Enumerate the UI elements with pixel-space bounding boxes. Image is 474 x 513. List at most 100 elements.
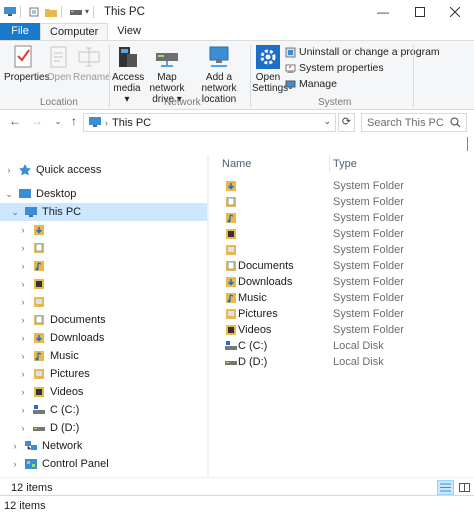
system-properties-button[interactable]: System properties	[285, 62, 384, 74]
nav-music[interactable]: › Music	[18, 347, 225, 365]
tab-computer[interactable]: Computer	[40, 23, 109, 40]
column-separator[interactable]	[329, 155, 330, 172]
tab-view[interactable]: View	[108, 23, 150, 40]
map-network-drive-button[interactable]: Map network drive ▾	[142, 44, 192, 105]
maximize-button[interactable]	[401, 0, 439, 23]
nav-documents[interactable]: › Documents	[18, 311, 225, 329]
row-name: Music	[238, 292, 267, 304]
address-row: ← → ⌄ ↑ › This PC ⌄ ⟳ Search This PC	[0, 111, 474, 151]
chevron-right-icon[interactable]: ›	[18, 423, 28, 433]
table-row[interactable]: Pictures System Folder	[212, 306, 474, 322]
chevron-right-icon[interactable]: ›	[18, 369, 28, 379]
chevron-right-icon[interactable]: ›	[18, 225, 28, 235]
column-header-type[interactable]: Type	[333, 158, 357, 170]
back-button[interactable]: ←	[7, 114, 23, 128]
breadcrumb-chevron-icon[interactable]: ›	[105, 118, 108, 128]
nav-label: Control Panel	[42, 458, 109, 470]
close-button[interactable]	[436, 0, 474, 23]
chevron-right-icon[interactable]: ›	[18, 333, 28, 343]
table-row[interactable]: Documents System Folder	[212, 258, 474, 274]
table-row[interactable]: Downloads System Folder	[212, 274, 474, 290]
open-icon	[50, 46, 67, 68]
system-properties-label: System properties	[299, 62, 384, 74]
chevron-right-icon[interactable]: ›	[10, 459, 20, 469]
up-button[interactable]: ↑	[66, 114, 82, 128]
nav-pc-child[interactable]: ›	[18, 221, 225, 239]
large-icons-view-icon	[459, 483, 470, 492]
properties-quick-icon[interactable]	[29, 7, 41, 17]
refresh-button[interactable]: ⟳	[338, 113, 355, 132]
tab-file[interactable]: File	[0, 23, 40, 40]
chevron-right-icon[interactable]: ›	[4, 165, 14, 175]
add-network-location-label: Add a network	[201, 72, 237, 94]
documents-folder-icon	[226, 261, 236, 271]
nav-desktop[interactable]: ⌄ Desktop	[4, 185, 211, 203]
customize-quick-access-chevron-icon[interactable]: ▾	[85, 7, 89, 16]
nav-pc-child[interactable]: ›	[18, 239, 225, 257]
nav-pictures[interactable]: › Pictures	[18, 365, 225, 383]
open-button[interactable]: Open	[45, 44, 73, 83]
table-row[interactable]: System Folder	[212, 210, 474, 226]
title-bar: ▾ This PC —	[0, 0, 474, 23]
navigation-pane-splitter[interactable]	[207, 155, 209, 477]
table-row[interactable]: Music System Folder	[212, 290, 474, 306]
nav-pc-child[interactable]: ›	[18, 257, 225, 275]
address-dropdown-icon[interactable]: ⌄	[323, 116, 331, 127]
chevron-right-icon[interactable]: ›	[18, 405, 28, 415]
search-input[interactable]: Search This PC	[361, 113, 467, 132]
details-view-button[interactable]	[437, 480, 454, 495]
access-media-button[interactable]: Access media ▾	[112, 44, 144, 105]
row-type: System Folder	[333, 212, 404, 224]
forward-button[interactable]: →	[29, 114, 45, 128]
nav-c-drive[interactable]: › C (C:)	[18, 401, 225, 419]
chevron-right-icon[interactable]: ›	[18, 261, 28, 271]
window-title: This PC	[104, 5, 145, 18]
table-row[interactable]: System Folder	[212, 178, 474, 194]
table-row[interactable]: System Folder	[212, 226, 474, 242]
chevron-right-icon[interactable]: ›	[18, 351, 28, 361]
table-row[interactable]: System Folder	[212, 194, 474, 210]
minimize-button[interactable]: —	[364, 0, 402, 23]
drive-icon	[225, 361, 237, 365]
manage-button[interactable]: Manage	[285, 78, 337, 90]
nav-d-drive[interactable]: › D (D:)	[18, 419, 225, 437]
nav-control-panel[interactable]: › Control Panel	[10, 455, 217, 473]
table-row[interactable]: System Folder	[212, 242, 474, 258]
breadcrumb-this-pc[interactable]: This PC	[112, 117, 151, 129]
address-bar[interactable]: › This PC ⌄	[83, 113, 336, 132]
open-settings-button[interactable]: Open Settings	[252, 44, 288, 94]
nav-downloads[interactable]: › Downloads	[18, 329, 225, 347]
large-icons-view-button[interactable]	[456, 480, 473, 495]
drive-quick-icon[interactable]	[70, 7, 82, 17]
table-row[interactable]: Videos System Folder	[212, 322, 474, 338]
chevron-right-icon[interactable]: ›	[18, 297, 28, 307]
navigation-pane: › Quick access ⌄ Desktop ⌄ This PC › › ›…	[0, 155, 207, 477]
table-row[interactable]: D (D:) Local Disk	[212, 354, 474, 370]
nav-quick-access[interactable]: › Quick access	[4, 161, 211, 179]
nav-videos[interactable]: › Videos	[18, 383, 225, 401]
this-pc-icon	[89, 117, 101, 127]
chevron-right-icon[interactable]: ›	[18, 279, 28, 289]
row-name: C (C:)	[238, 340, 268, 352]
chevron-right-icon[interactable]: ›	[10, 441, 20, 451]
chevron-right-icon[interactable]: ›	[18, 387, 28, 397]
chevron-right-icon[interactable]: ›	[18, 243, 28, 253]
nav-pc-child[interactable]: ›	[18, 275, 225, 293]
new-folder-quick-icon[interactable]	[45, 7, 57, 17]
nav-network[interactable]: › Network	[10, 437, 217, 455]
chevron-down-icon[interactable]: ⌄	[10, 207, 20, 218]
nav-this-pc[interactable]: ⌄ This PC	[0, 203, 207, 221]
documents-folder-icon	[226, 197, 236, 207]
rename-button[interactable]: Rename	[73, 44, 111, 83]
chevron-down-icon[interactable]: ⌄	[4, 189, 14, 200]
nav-pc-child[interactable]: ›	[18, 293, 225, 311]
add-network-location-button[interactable]: Add a network location	[192, 44, 246, 105]
recent-locations-button[interactable]: ⌄	[50, 117, 66, 126]
properties-button[interactable]: Properties	[4, 44, 50, 83]
column-header-name[interactable]: Name	[222, 158, 251, 170]
uninstall-program-button[interactable]: Uninstall or change a program	[285, 46, 440, 58]
table-row[interactable]: C (C:) Local Disk	[212, 338, 474, 354]
file-list: Name Type System Folder System Folder Sy…	[212, 155, 474, 477]
chevron-right-icon[interactable]: ›	[18, 315, 28, 325]
ribbon: Properties Open Rename Location Access m…	[0, 40, 474, 110]
